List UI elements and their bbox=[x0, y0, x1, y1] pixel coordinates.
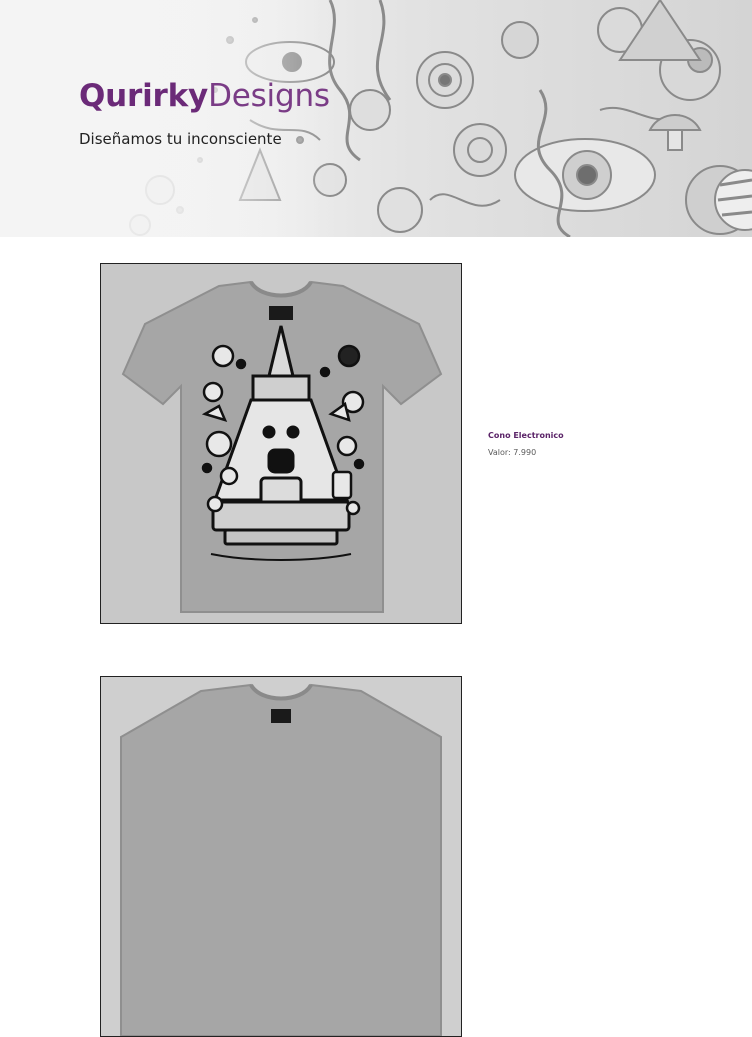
product-price: Valor: 7.990 bbox=[488, 448, 537, 457]
brand-logo[interactable]: QurirkyDesigns bbox=[79, 78, 330, 114]
tshirt-image bbox=[101, 264, 461, 623]
product-image[interactable] bbox=[100, 263, 462, 624]
brand-tagline: Diseñamos tu inconsciente bbox=[79, 130, 282, 148]
product-image[interactable] bbox=[100, 676, 462, 1037]
tshirt-image bbox=[101, 677, 461, 1036]
header-banner: QurirkyDesigns Diseñamos tu inconsciente bbox=[0, 0, 752, 237]
doodle-art-background bbox=[0, 0, 752, 237]
brand-name-bold: Qurirky bbox=[79, 78, 209, 114]
brand-name-light: Designs bbox=[208, 78, 330, 114]
product-info: Cono Electronico Valor: 7.990 bbox=[488, 431, 564, 457]
product-name[interactable]: Cono Electronico bbox=[488, 431, 564, 440]
